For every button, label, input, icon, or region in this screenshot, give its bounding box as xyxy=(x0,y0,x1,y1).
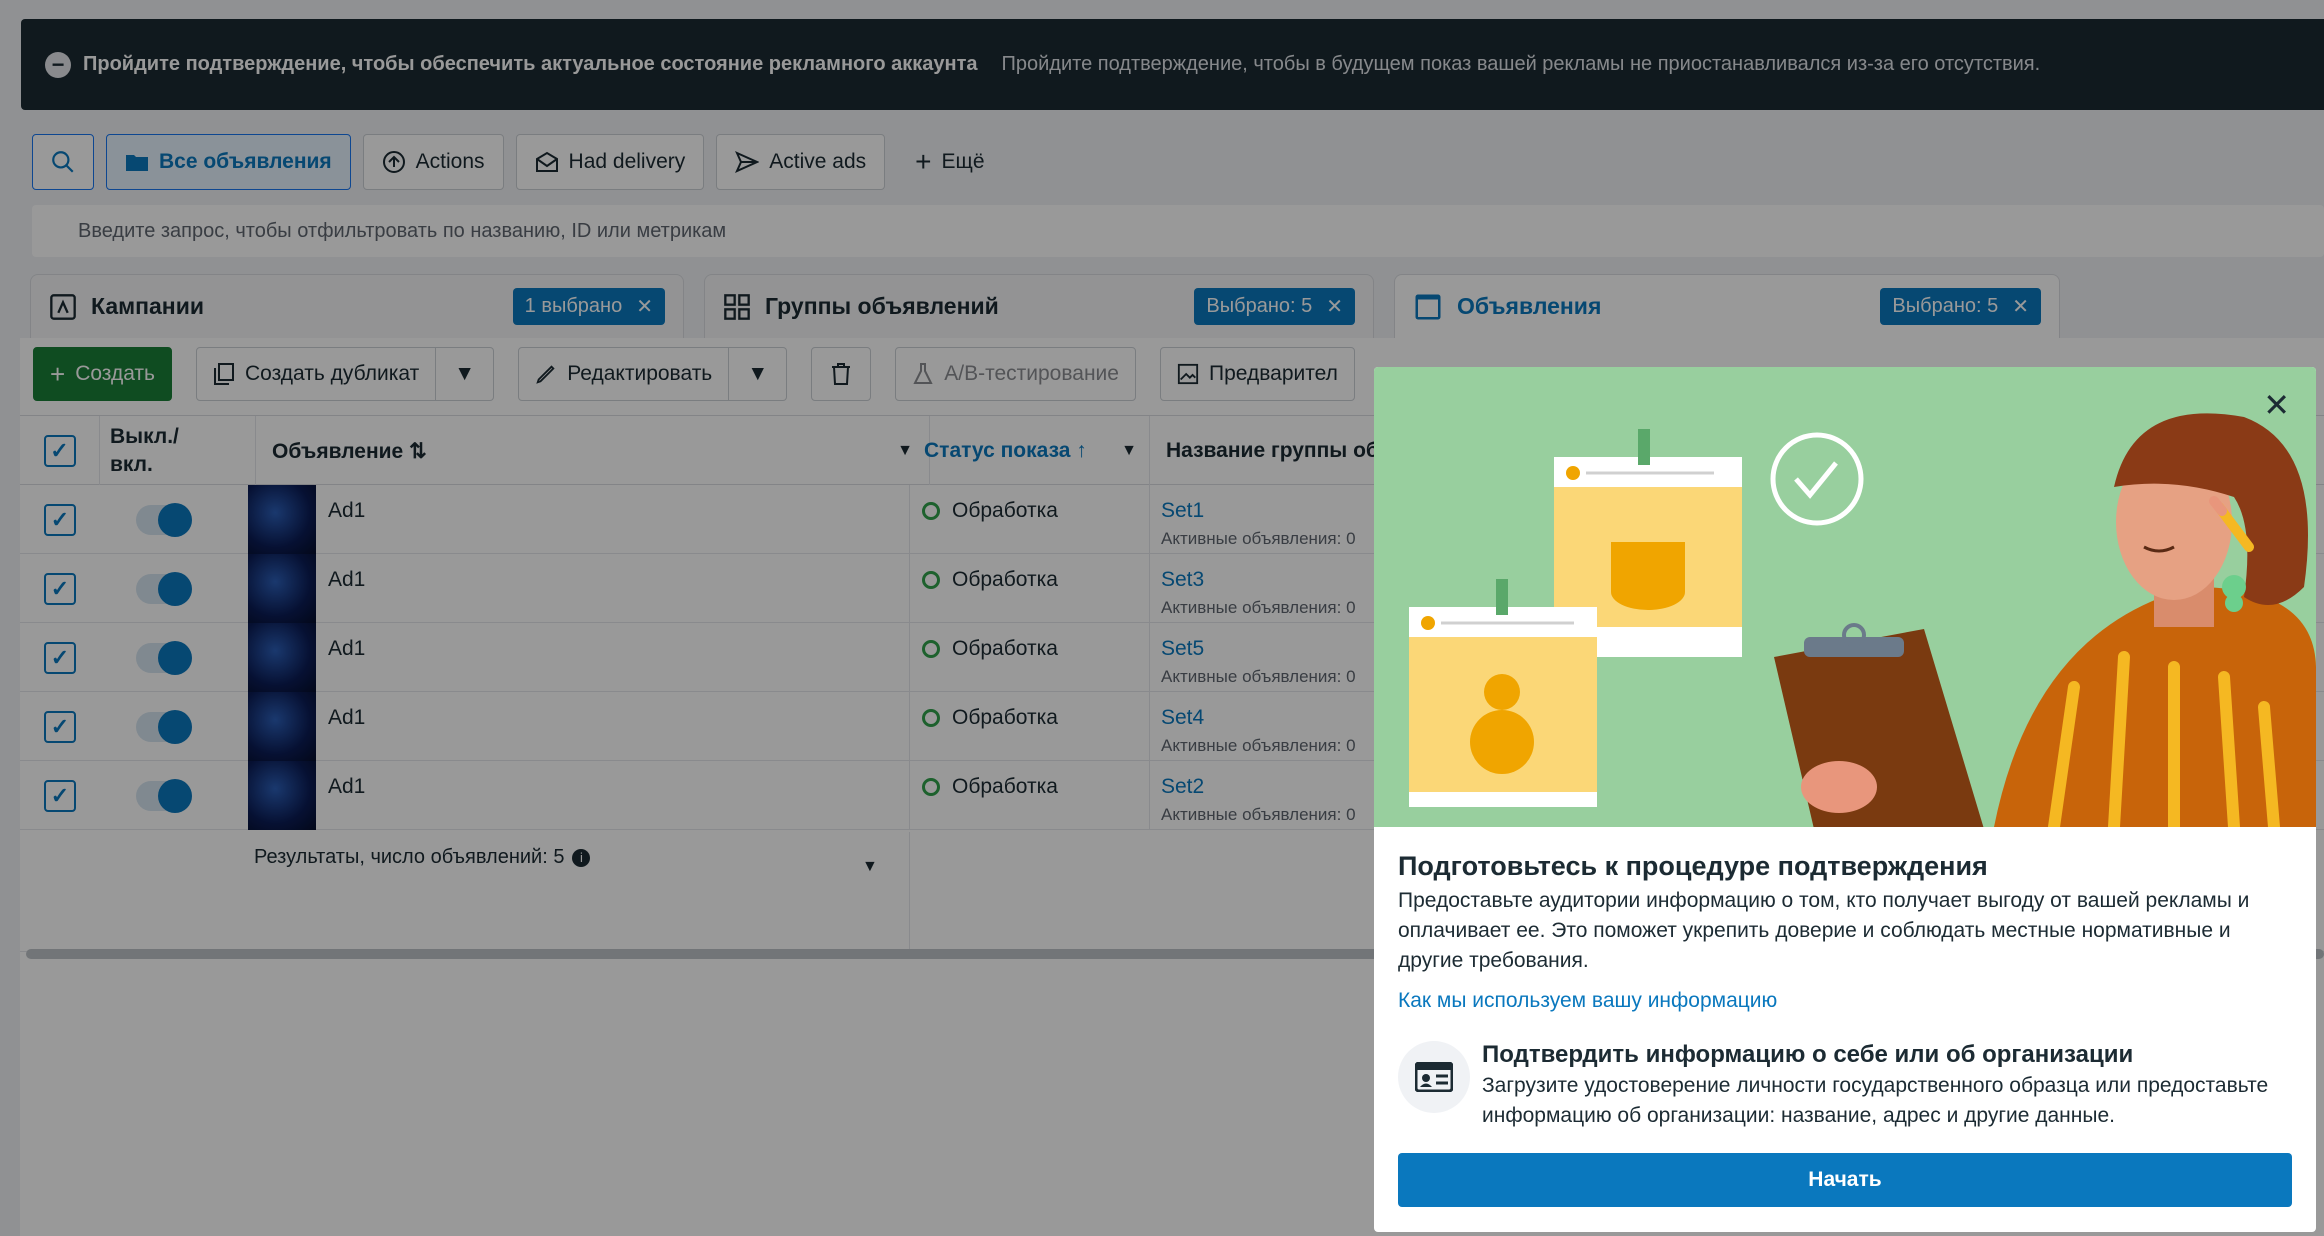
verification-dialog: ✕ Подготовьтесь к процедуре подтверждени… xyxy=(1374,367,2316,1232)
dialog-title: Подготовьтесь к процедуре подтверждения xyxy=(1398,851,1988,881)
option-title: Подтвердить информацию о себе или об орг… xyxy=(1482,1041,2134,1068)
option-description: Загрузите удостоверение личности государ… xyxy=(1482,1074,2269,1127)
dialog-description: Предоставьте аудитории информацию о том,… xyxy=(1398,889,2250,972)
how-we-use-info-link[interactable]: Как мы используем вашу информацию xyxy=(1398,989,1777,1013)
start-button[interactable]: Начать xyxy=(1398,1153,2292,1207)
id-card-icon xyxy=(1398,1041,1470,1113)
close-icon[interactable]: ✕ xyxy=(2263,389,2290,421)
verification-illustration xyxy=(1374,367,2316,827)
